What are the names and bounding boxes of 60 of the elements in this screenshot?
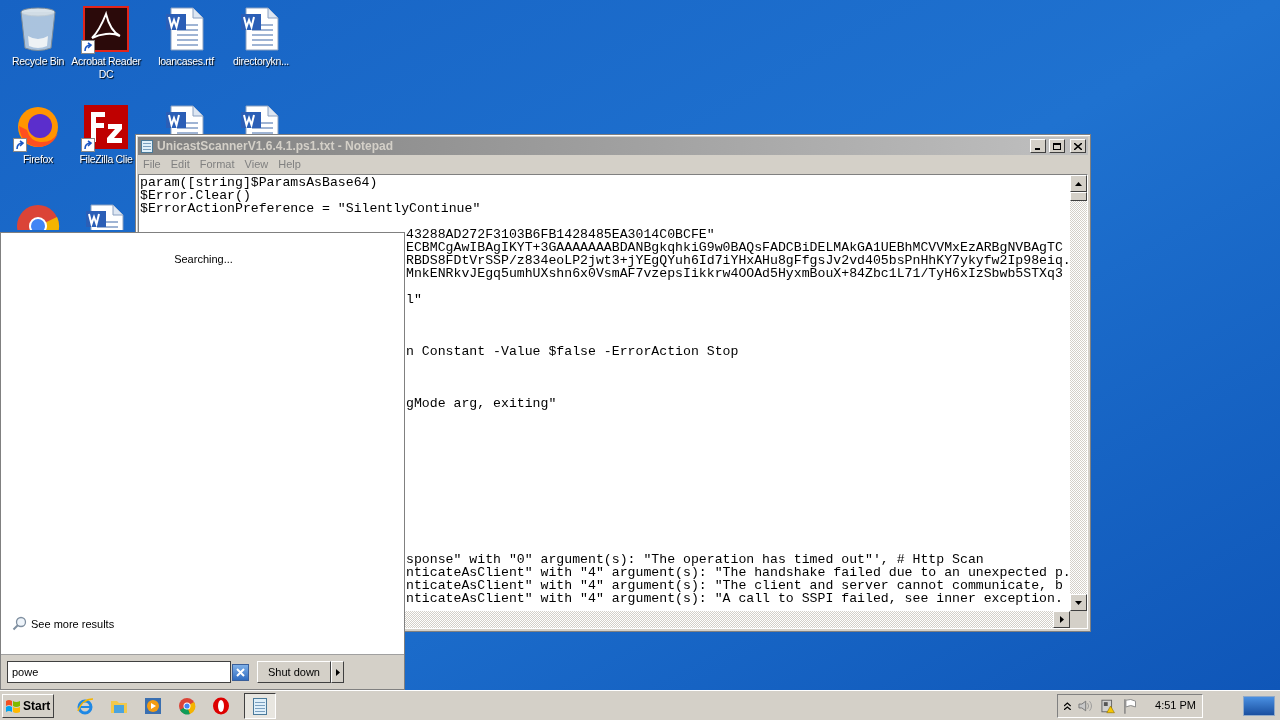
code-line: RBDS8FDtVrSSP/z834eoLP2jwt3+jYEgQYuh6Id7iYHxAHu8gFfgsJv2vd405bsPnHhKY7ykyfw2Ip98eiq. [406,254,1070,267]
caret-up-icon [1075,181,1082,186]
close-button[interactable] [1070,139,1086,153]
shut-down-options-button[interactable] [331,661,344,683]
shortcut-arrow-icon [81,138,95,152]
scroll-down-button[interactable] [1070,594,1087,611]
caret-icon [335,668,340,676]
desktop-icon-label[interactable]: Recycle Bin [11,55,65,68]
search-field[interactable]: powe [7,661,231,683]
code-line: l" [406,293,422,306]
opera-icon [212,696,230,715]
desktop-icon-label[interactable]: Firefox [23,153,53,166]
search-icon [12,616,27,632]
code-line: 43288AD272F3103B6FB1428485EA3014C0BCFE" [406,228,715,241]
scroll-up-button[interactable] [1070,175,1087,192]
show-desktop-button[interactable] [1243,695,1275,716]
code-line: ECBMCgAwIBAgIKYT+3GAAAAAAABDANBgkqhkiG9w0BAQsFADCBiDELMAkGA1UEBhMCVVMxEzARBgNVBAgTC [406,241,1063,254]
code-line: $Error.Clear() [140,189,251,202]
code-line: nticateAsClient" with "4" argument(s): "The client and server cannot communicate, b [406,579,1063,592]
start-button[interactable]: Start [2,693,54,718]
desktop-icon-label[interactable]: FileZilla Clie [79,153,133,166]
desktop-icon-label[interactable]: loancases.rtf [158,55,214,68]
caret-down-icon [1075,600,1082,605]
code-line: nticateAsClient" with "4" argument(s): "The handshake failed due to an unexpected p. [406,566,1070,579]
maximize-button[interactable] [1049,139,1065,153]
code-line: n Constant -Value $false -ErrorAction Stop [406,345,739,358]
minimize-button[interactable] [1030,139,1046,153]
chevron-up-icon[interactable] [1064,701,1071,710]
search-status: Searching... [174,252,233,267]
code-line: sponse" with "0" argument(s): "The operation has timed out"', # Http Scan [406,553,984,566]
close-icon [236,667,245,677]
code-line: param([string]$ParamsAsBase64) [140,176,378,189]
media-player-icon [144,696,162,715]
taskbar-app-button[interactable] [244,692,276,719]
code-line: MnkENRkvJEgq5umhUXshn6x0VsmAF7vzepsIikkrw4OOAd5HyxmBouX+84Zbc1L71/TyH6xIzSbwb5STXq3 [406,267,1063,280]
vertical-scrollbar[interactable] [1070,175,1087,611]
desktop-icon-label[interactable]: Acrobat Reader DC [69,55,143,81]
see-more-results-link[interactable]: See more results [12,615,115,632]
shortcut-arrow-icon [81,40,95,54]
clock[interactable]: 4:51 PM [1155,697,1196,714]
window-title: UnicastScannerV1.6.4.1.ps1.txt - Notepad [157,138,395,155]
scroll-right-button[interactable] [1053,611,1070,628]
code-line: $ErrorActionPreference = "SilentlyContinue" [140,202,481,215]
notepad-icon [251,695,269,716]
close-icon [1074,142,1082,150]
shut-down-button[interactable]: Shut down [257,661,331,683]
maximize-icon [1053,142,1061,150]
chrome-icon [178,696,196,715]
windows-logo-icon [5,698,21,713]
code-line: nticateAsClient" with "4" argument(s): "A call to SSPI failed, see inner exception. [406,592,1063,605]
notepad-icon [140,139,154,153]
shortcut-arrow-icon [13,138,27,152]
flag-icon[interactable] [1122,697,1137,714]
code-line: gMode arg, exiting" [406,397,557,410]
desktop-icon-label[interactable]: directorykn... [233,55,289,68]
caret-right-icon [1059,616,1064,623]
network-warning-icon[interactable] [1100,697,1116,714]
internet-explorer-icon [76,696,94,715]
scrollbar-thumb[interactable] [1070,192,1087,201]
clear-search-button[interactable] [232,663,249,681]
